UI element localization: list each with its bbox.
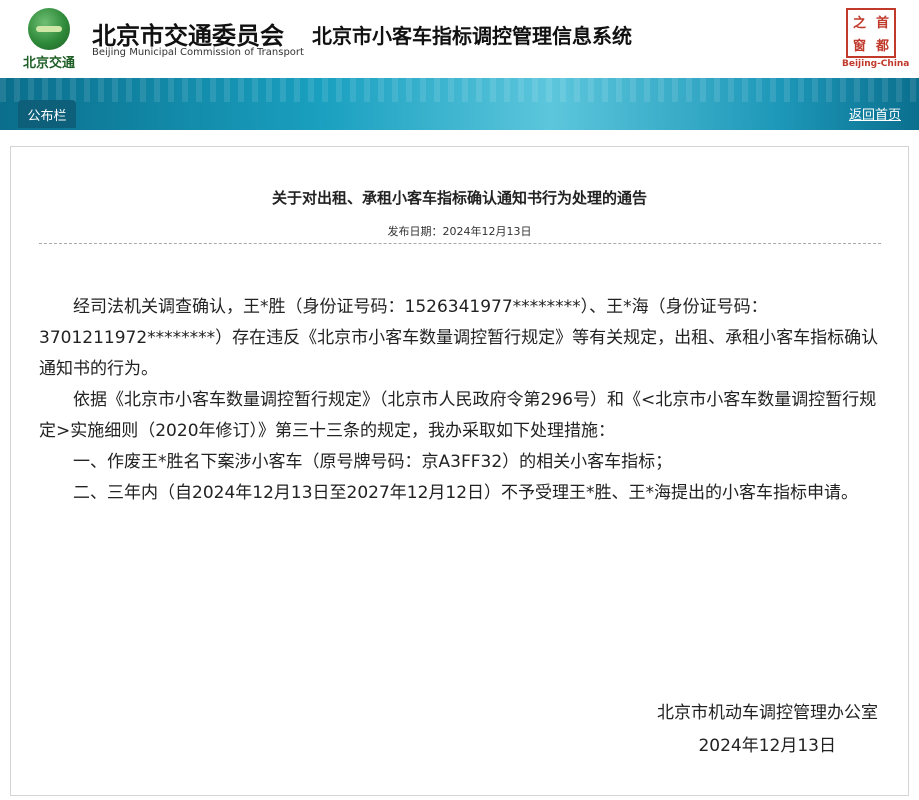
notice-title: 关于对出租、承租小客车指标确认通知书行为处理的通告: [271, 189, 647, 207]
seal-char: 首: [875, 16, 889, 31]
divider: [39, 243, 881, 244]
commission-logo[interactable]: 北京交通: [18, 8, 80, 71]
signature-org: 北京市机动车调控管理办公室: [657, 703, 878, 723]
notice-body: 经司法机关调查确认，王*胜（身份证号码：1526341977********）、…: [39, 292, 881, 509]
seal-caption: Beijing-China: [842, 59, 910, 69]
notice-paragraph: 经司法机关调查确认，王*胜（身份证号码：1526341977********）、…: [39, 297, 879, 379]
tab-bulletin[interactable]: 公布栏: [18, 100, 76, 128]
seal-char: 窗: [852, 39, 866, 54]
capital-window-seal-icon: 之 首 窗 都: [846, 8, 896, 58]
org-subtitle: Beijing Municipal Commission of Transpor…: [92, 47, 304, 58]
nav-banner: 公布栏 返回首页: [0, 78, 919, 130]
seal-char: 之: [852, 16, 866, 31]
logo-text: 北京交通: [22, 56, 75, 71]
notice-paragraph: 一、作废王*胜名下案涉小客车（原号牌号码：京A3FF32）的相关小客车指标；: [73, 452, 673, 472]
logo-emblem-icon: [28, 8, 70, 50]
org-title: 北京市交通委员会: [92, 22, 284, 50]
site-header: 北京交通 北京市交通委员会 Beijing Municipal Commissi…: [0, 0, 919, 78]
notice-paragraph: 依据《北京市小客车数量调控暂行规定》（北京市人民政府令第296号）和《<北京市小…: [39, 390, 877, 441]
signature-block: 北京市机动车调控管理办公室 2024年12月13日: [657, 697, 878, 763]
back-home-link[interactable]: 返回首页: [849, 104, 901, 123]
signature-date: 2024年12月13日: [698, 736, 836, 756]
system-title: 北京市小客车指标调控管理信息系统: [312, 24, 632, 48]
publish-date: 发布日期：2024年12月13日: [387, 225, 532, 238]
seal-char: 都: [875, 39, 889, 54]
notice-panel: 关于对出租、承租小客车指标确认通知书行为处理的通告 发布日期：2024年12月1…: [10, 146, 909, 796]
notice-paragraph: 二、三年内（自2024年12月13日至2027年12月12日）不予受理王*胜、王…: [73, 483, 859, 503]
